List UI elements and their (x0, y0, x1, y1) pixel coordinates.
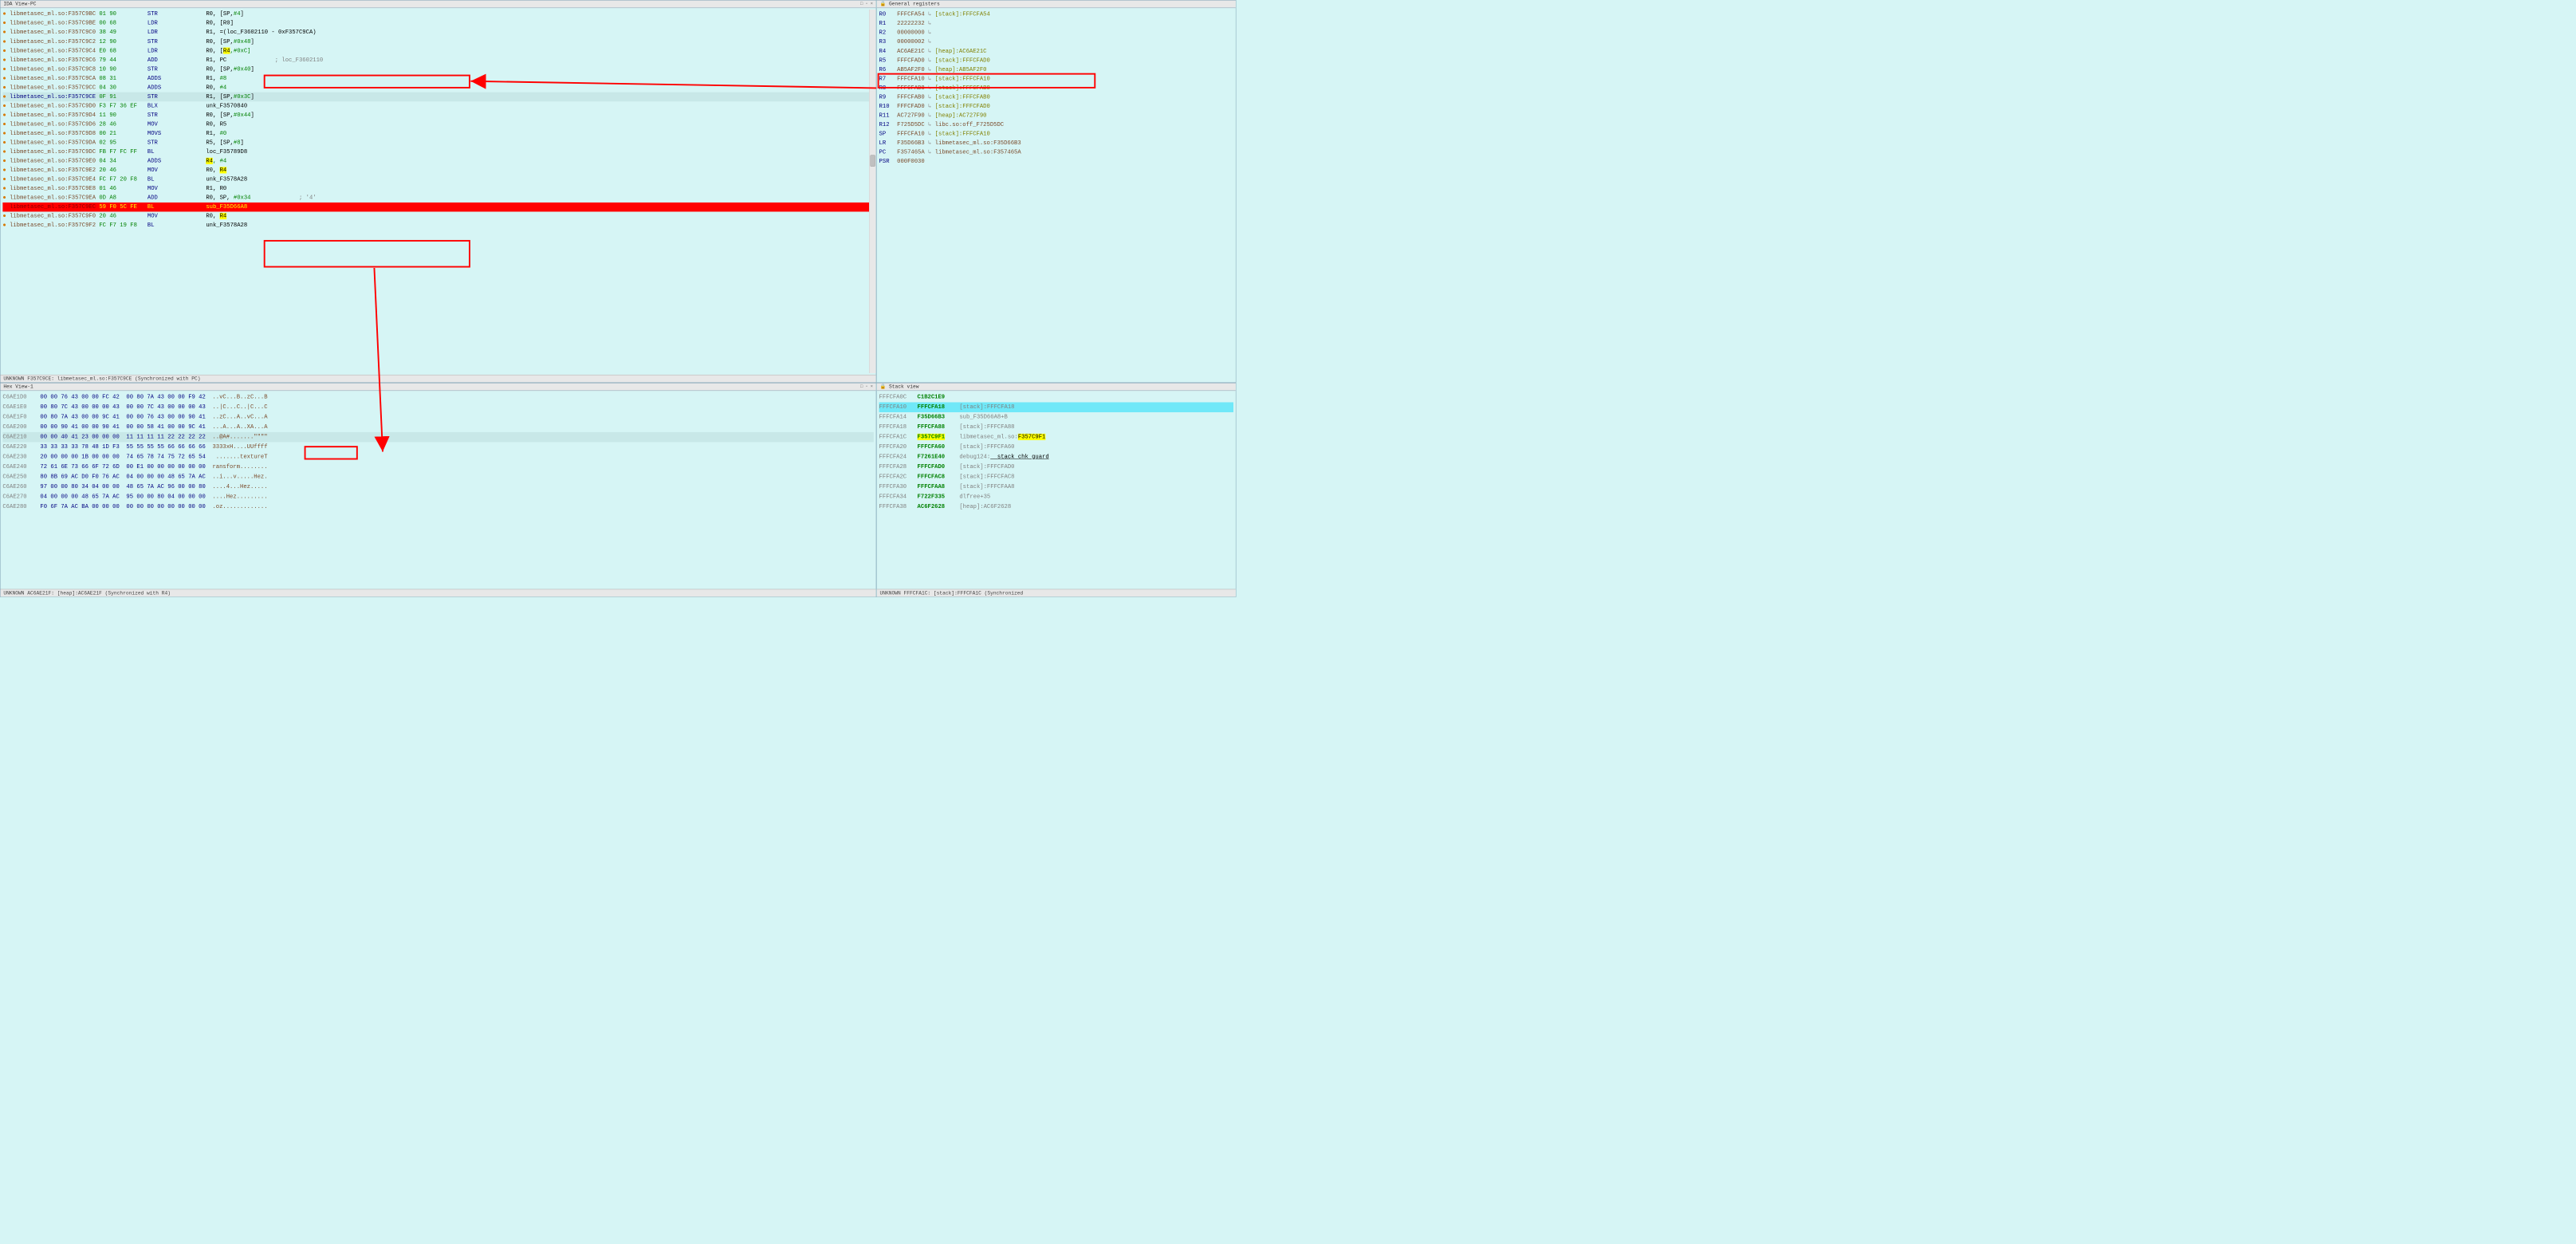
disasm-line[interactable]: ● libmetasec_ml.so:F357C9C2 12 90 STR R0… (2, 37, 873, 47)
highlight-box-adds-mov (264, 240, 470, 268)
register-row[interactable]: R7 FFFCFA10 ↳ [stack]:FFFCFA10 (879, 74, 1233, 84)
stack-row[interactable]: FFFCFA30FFFCFAA8[stack]:FFFCFAA8 (879, 482, 1233, 491)
registers-list[interactable]: R0 FFFCFA54 ↳ [stack]:FFFCFA54R1 2222223… (877, 8, 1236, 167)
disasm-line[interactable]: ● libmetasec_ml.so:F357C9CA 08 31 ADDS R… (2, 74, 873, 84)
stack-list[interactable]: FFFCFA0CC1B2C1E9FFFCFA10FFFCFA18[stack]:… (877, 391, 1236, 514)
registers-pane: 🔒 General registers R0 FFFCFA54 ↳ [stack… (876, 0, 1236, 383)
stack-row[interactable]: FFFCFA24F7261E40debug124:__stack_chk_gua… (879, 452, 1233, 462)
hex-row[interactable]: C6AE270 04 00 00 00 48 65 7A AC 95 00 00… (2, 492, 873, 502)
disasm-line[interactable]: ● libmetasec_ml.so:F357C9D6 28 46 MOV R0… (2, 120, 873, 129)
hex-row[interactable]: C6AE260 97 00 00 80 34 04 00 00 48 65 7A… (2, 482, 873, 491)
hex-dump[interactable]: C6AE1D0 00 00 76 43 00 00 FC 42 00 80 7A… (0, 391, 875, 514)
stack-row[interactable]: FFFCFA20FFFCFA60[stack]:FFFCFA60 (879, 442, 1233, 451)
hex-row[interactable]: C6AE1F0 00 80 7A 43 00 00 9C 41 00 00 76… (2, 412, 873, 422)
hex-row[interactable]: C6AE240 72 61 6E 73 66 6F 72 6D 00 E1 00… (2, 462, 873, 471)
disasm-line[interactable]: ● libmetasec_ml.so:F357C9DC FB F7 FC FF … (2, 148, 873, 157)
disasm-line[interactable]: ● libmetasec_ml.so:F357C9D4 11 90 STR R0… (2, 111, 873, 120)
hex-row[interactable]: C6AE200 00 00 90 41 00 00 90 41 00 00 58… (2, 422, 873, 431)
ida-view-pane: IDA View-PC □ ▫ × ● libmetasec_ml.so:F35… (0, 0, 876, 383)
stack-row[interactable]: FFFCFA34F722F335dlfree+35 (879, 492, 1233, 502)
stack-row[interactable]: FFFCFA0CC1B2C1E9 (879, 392, 1233, 402)
register-row[interactable]: R1 22222232 ↳ (879, 19, 1233, 29)
disasm-line[interactable]: ● libmetasec_ml.so:F357C9BC 01 90 STR R0… (2, 10, 873, 19)
hex-row[interactable]: C6AE250 80 8B 69 AC D0 F0 76 AC 04 00 00… (2, 472, 873, 482)
register-row[interactable]: PSR 000F0030 (879, 156, 1233, 166)
stack-title-bar: 🔒 Stack view (877, 383, 1236, 391)
disasm-line[interactable]: ● libmetasec_ml.so:F357C9C4 E0 68 LDR R0… (2, 46, 873, 56)
register-row[interactable]: R5 FFFCFAD0 ↳ [stack]:FFFCFAD0 (879, 56, 1233, 65)
disasm-line[interactable]: ● libmetasec_ml.so:F357C9E2 20 46 MOV R0… (2, 166, 873, 175)
register-row[interactable]: LR F35D66B3 ↳ libmetasec_ml.so:F35D66B3 (879, 138, 1233, 148)
register-row[interactable]: R2 00000000 ↳ (879, 28, 1233, 37)
stack-row[interactable]: FFFCFA10FFFCFA18[stack]:FFFCFA18 (879, 402, 1233, 411)
ida-title: IDA View-PC (3, 1, 36, 6)
hex-title-bar: Hex View-1 □ ▫ × (0, 383, 875, 391)
stack-title: Stack view (889, 384, 918, 389)
disasm-line[interactable]: ● libmetasec_ml.so:F357C9C6 79 44 ADD R1… (2, 56, 873, 65)
register-row[interactable]: SP FFFCFA10 ↳ [stack]:FFFCFA10 (879, 129, 1233, 139)
hex-row[interactable]: C6AE230 20 00 00 00 1B 00 00 00 74 65 78… (2, 452, 873, 462)
lock-icon: 🔒 (880, 384, 887, 389)
disasm-line[interactable]: ● libmetasec_ml.so:F357C9C0 38 49 LDR R1… (2, 28, 873, 37)
hex-view-pane: Hex View-1 □ ▫ × C6AE1D0 00 00 76 43 00 … (0, 383, 876, 597)
hex-row[interactable]: C6AE220 33 33 33 33 78 48 1D F3 55 55 55… (2, 442, 873, 451)
disasm-line[interactable]: ● libmetasec_ml.so:F357C9DA 02 95 STR R5… (2, 138, 873, 148)
ida-window-controls[interactable]: □ ▫ × (860, 2, 873, 6)
register-row[interactable]: R3 00000002 ↳ (879, 37, 1233, 47)
ida-title-bar: IDA View-PC □ ▫ × (0, 0, 875, 8)
register-row[interactable]: R8 FFFCFAB8 ↳ [stack]:FFFCFAB8 (879, 83, 1233, 93)
disasm-line[interactable]: ● libmetasec_ml.so:F357C9E4 FC F7 20 F8 … (2, 175, 873, 184)
register-row[interactable]: R12 F725D5DC ↳ libc.so:off_F725D5DC (879, 120, 1233, 129)
disasm-line[interactable]: ● libmetasec_ml.so:F357C9F2 FC F7 19 F8 … (2, 221, 873, 230)
register-row[interactable]: R4 AC6AE21C ↳ [heap]:AC6AE21C (879, 46, 1233, 56)
stack-row[interactable]: FFFCFA38AC6F2628[heap]:AC6F2628 (879, 502, 1233, 511)
disasm-line[interactable]: ● libmetasec_ml.so:F357C9EA 0D A8 ADD R0… (2, 193, 873, 203)
stack-row[interactable]: FFFCFA28FFFCFAD0[stack]:FFFCFAD0 (879, 462, 1233, 471)
stack-row[interactable]: FFFCFA14F35D66B3sub_F35D66A8+B (879, 412, 1233, 422)
register-row[interactable]: R0 FFFCFA54 ↳ [stack]:FFFCFA54 (879, 10, 1233, 19)
regs-title: General registers (889, 1, 940, 6)
ida-scrollbar[interactable] (869, 10, 876, 373)
ida-status-bar: UNKNOWN F357C9CE: libmetasec_ml.so:F357C… (0, 375, 875, 383)
disasm-line[interactable]: ● libmetasec_ml.so:F357C9E8 01 46 MOV R1… (2, 184, 873, 194)
disasm-line[interactable]: ● libmetasec_ml.so:F357C9D8 00 21 MOVS R… (2, 129, 873, 139)
stack-row[interactable]: FFFCFA2CFFFCFAC8[stack]:FFFCFAC8 (879, 472, 1233, 482)
register-row[interactable]: PC F357465A ↳ libmetasec_ml.so:F357465A (879, 148, 1233, 157)
register-row[interactable]: R10 FFFCFAD0 ↳ [stack]:FFFCFAD0 (879, 101, 1233, 111)
disasm-line[interactable]: ● libmetasec_ml.so:F357C9C8 10 90 STR R0… (2, 65, 873, 74)
hex-window-controls[interactable]: □ ▫ × (860, 384, 873, 389)
disasm-line[interactable]: ● libmetasec_ml.so:F357C9D0 F3 F7 36 EF … (2, 101, 873, 111)
hex-status-bar: UNKNOWN AC6AE21F: [heap]:AC6AE21F (Synch… (0, 589, 875, 597)
hex-row[interactable]: C6AE210 00 00 40 41 23 00 00 00 11 11 11… (2, 432, 873, 442)
disasm-line[interactable]: ● libmetasec_ml.so:F357C9EC 59 F0 5C FE … (2, 203, 873, 212)
stack-status-bar: UNKNOWN FFFCFA1C: [stack]:FFFCFA1C (Sync… (877, 589, 1236, 597)
hex-row[interactable]: C6AE280 F0 6F 7A AC BA 00 00 00 00 00 00… (2, 502, 873, 511)
hex-title: Hex View-1 (3, 384, 33, 389)
lock-icon: 🔒 (880, 1, 887, 6)
regs-title-bar: 🔒 General registers (877, 0, 1236, 8)
register-row[interactable]: R9 FFFCFAB0 ↳ [stack]:FFFCFAB0 (879, 93, 1233, 102)
disasm-line[interactable]: ● libmetasec_ml.so:F357C9CC 04 30 ADDS R… (2, 83, 873, 93)
disasm-line[interactable]: ● libmetasec_ml.so:F357C9E0 04 34 ADDS R… (2, 156, 873, 166)
hex-row[interactable]: C6AE1E0 00 80 7C 43 00 00 00 43 00 00 7C… (2, 402, 873, 411)
disasm-line[interactable]: ● libmetasec_ml.so:F357C9F0 20 46 MOV R0… (2, 211, 873, 221)
disasm-line[interactable]: ● libmetasec_ml.so:F357C9BE 00 68 LDR R0… (2, 19, 873, 29)
register-row[interactable]: R6 AB5AF2F0 ↳ [heap]:AB5AF2F0 (879, 65, 1233, 74)
stack-view-pane: 🔒 Stack view FFFCFA0CC1B2C1E9FFFCFA10FFF… (876, 383, 1236, 597)
ida-disassembly[interactable]: ● libmetasec_ml.so:F357C9BC 01 90 STR R0… (0, 8, 875, 231)
hex-row[interactable]: C6AE1D0 00 00 76 43 00 00 FC 42 00 80 7A… (2, 392, 873, 402)
stack-row[interactable]: FFFCFA1CF357C9F1libmetasec_ml.so:F357C9F… (879, 432, 1233, 442)
disasm-line[interactable]: ● libmetasec_ml.so:F357C9CE 0F 91 STR R1… (2, 93, 873, 102)
register-row[interactable]: R11 AC727F90 ↳ [heap]:AC727F90 (879, 111, 1233, 120)
stack-row[interactable]: FFFCFA18FFFCFA88[stack]:FFFCFA88 (879, 422, 1233, 431)
